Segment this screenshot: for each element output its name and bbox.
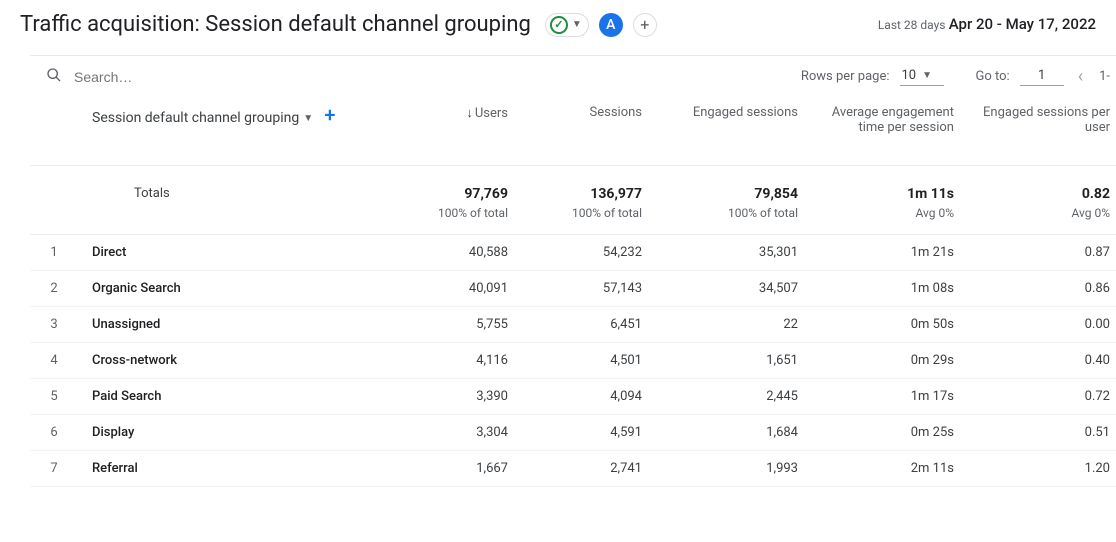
metric-cell: 1.20 <box>968 450 1116 486</box>
channel-name[interactable]: Cross-network <box>78 342 388 378</box>
col-header-avg-engagement[interactable]: Average engagement time per session <box>812 95 968 165</box>
metric-cell: 1m 21s <box>812 234 968 270</box>
channel-name[interactable]: Organic Search <box>78 270 388 306</box>
metric-cell: 4,094 <box>522 378 656 414</box>
dimension-header[interactable]: Session default channel grouping ▼ + <box>78 95 388 165</box>
page-range: 1- <box>1099 69 1110 84</box>
metric-cell: 0m 50s <box>812 306 968 342</box>
metric-cell: 1m 08s <box>812 270 968 306</box>
metric-cell: 0.72 <box>968 378 1116 414</box>
table-row[interactable]: 1Direct40,58854,23235,3011m 21s0.87 <box>30 234 1116 270</box>
dimension-label: Session default channel grouping <box>92 110 299 126</box>
date-range: Apr 20 - May 17, 2022 <box>949 15 1096 33</box>
metric-cell: 1m 17s <box>812 378 968 414</box>
report-panel: Rows per page: 10 ▼ Go to: 1 ‹ 1- Sessio… <box>30 55 1116 487</box>
totals-label: Totals <box>78 165 388 234</box>
metric-cell: 0.87 <box>968 234 1116 270</box>
metric-cell: 35,301 <box>656 234 812 270</box>
check-circle-icon: ✓ <box>550 16 568 34</box>
date-range-picker[interactable]: Last 28 days Apr 20 - May 17, 2022 <box>878 15 1096 35</box>
table-row[interactable]: 4Cross-network4,1164,5011,6510m 29s0.40 <box>30 342 1116 378</box>
metric-cell: 1,667 <box>388 450 522 486</box>
table-row[interactable]: 5Paid Search3,3904,0942,4451m 17s0.72 <box>30 378 1116 414</box>
metric-cell: 0m 29s <box>812 342 968 378</box>
metric-cell: 0m 25s <box>812 414 968 450</box>
col-header-sessions[interactable]: Sessions <box>522 95 656 165</box>
metric-cell: 54,232 <box>522 234 656 270</box>
metric-cell: 57,143 <box>522 270 656 306</box>
channel-name[interactable]: Display <box>78 414 388 450</box>
goto-input[interactable]: 1 <box>1020 68 1064 86</box>
metric-cell: 2,445 <box>656 378 812 414</box>
rows-per-page-select[interactable]: 10 ▼ <box>900 68 944 86</box>
metric-cell: 6,451 <box>522 306 656 342</box>
metric-cell: 0.40 <box>968 342 1116 378</box>
metric-cell: 1,684 <box>656 414 812 450</box>
metric-cell: 0.86 <box>968 270 1116 306</box>
data-table: Session default channel grouping ▼ + ↓Us… <box>30 95 1116 487</box>
rows-per-page-label: Rows per page: <box>801 69 890 84</box>
metric-cell: 22 <box>656 306 812 342</box>
col-header-users[interactable]: ↓Users <box>388 95 522 165</box>
col-header-engaged-per-user[interactable]: Engaged sessions per user <box>968 95 1116 165</box>
metric-cell: 4,116 <box>388 342 522 378</box>
chevron-down-icon: ▼ <box>922 70 932 81</box>
col-header-engaged-sessions[interactable]: Engaged sessions <box>656 95 812 165</box>
report-header: Traffic acquisition: Session default cha… <box>0 0 1116 49</box>
table-row[interactable]: 7Referral1,6672,7411,9932m 11s1.20 <box>30 450 1116 486</box>
metric-cell: 1,651 <box>656 342 812 378</box>
add-segment-button[interactable]: + <box>633 13 657 37</box>
channel-name[interactable]: Referral <box>78 450 388 486</box>
date-label: Last 28 days <box>878 18 946 32</box>
metric-cell: 3,390 <box>388 378 522 414</box>
row-index: 3 <box>30 306 78 342</box>
metric-cell: 1,993 <box>656 450 812 486</box>
table-row[interactable]: 2Organic Search40,09157,14334,5071m 08s0… <box>30 270 1116 306</box>
row-index: 6 <box>30 414 78 450</box>
channel-name[interactable]: Paid Search <box>78 378 388 414</box>
row-index: 2 <box>30 270 78 306</box>
metric-cell: 4,501 <box>522 342 656 378</box>
metric-cell: 0.00 <box>968 306 1116 342</box>
row-index: 4 <box>30 342 78 378</box>
row-index: 5 <box>30 378 78 414</box>
metric-cell: 2,741 <box>522 450 656 486</box>
goto-label: Go to: <box>976 69 1010 84</box>
channel-name[interactable]: Unassigned <box>78 306 388 342</box>
channel-name[interactable]: Direct <box>78 234 388 270</box>
table-toolbar: Rows per page: 10 ▼ Go to: 1 ‹ 1- <box>30 56 1116 95</box>
rows-per-page-value: 10 <box>902 68 917 83</box>
prev-page-button[interactable]: ‹ <box>1074 66 1087 87</box>
metric-cell: 0.51 <box>968 414 1116 450</box>
row-index: 7 <box>30 450 78 486</box>
segment-badge[interactable]: A <box>599 13 623 37</box>
page-title: Traffic acquisition: Session default cha… <box>20 12 531 37</box>
metric-cell: 4,591 <box>522 414 656 450</box>
sort-descending-icon: ↓ <box>466 106 473 121</box>
chevron-down-icon: ▼ <box>303 113 313 124</box>
totals-row: Totals 97,769100% of total 136,977100% o… <box>30 165 1116 234</box>
metric-cell: 40,588 <box>388 234 522 270</box>
metric-cell: 34,507 <box>656 270 812 306</box>
metric-cell: 3,304 <box>388 414 522 450</box>
metric-cell: 2m 11s <box>812 450 968 486</box>
chevron-down-icon: ▼ <box>572 19 582 30</box>
metric-cell: 40,091 <box>388 270 522 306</box>
row-index: 1 <box>30 234 78 270</box>
status-badge[interactable]: ✓ ▼ <box>545 13 589 37</box>
search-input[interactable] <box>72 68 292 86</box>
search-icon <box>46 67 62 87</box>
table-row[interactable]: 6Display3,3044,5911,6840m 25s0.51 <box>30 414 1116 450</box>
metric-cell: 5,755 <box>388 306 522 342</box>
table-row[interactable]: 3Unassigned5,7556,451220m 50s0.00 <box>30 306 1116 342</box>
add-dimension-button[interactable]: + <box>324 103 335 127</box>
